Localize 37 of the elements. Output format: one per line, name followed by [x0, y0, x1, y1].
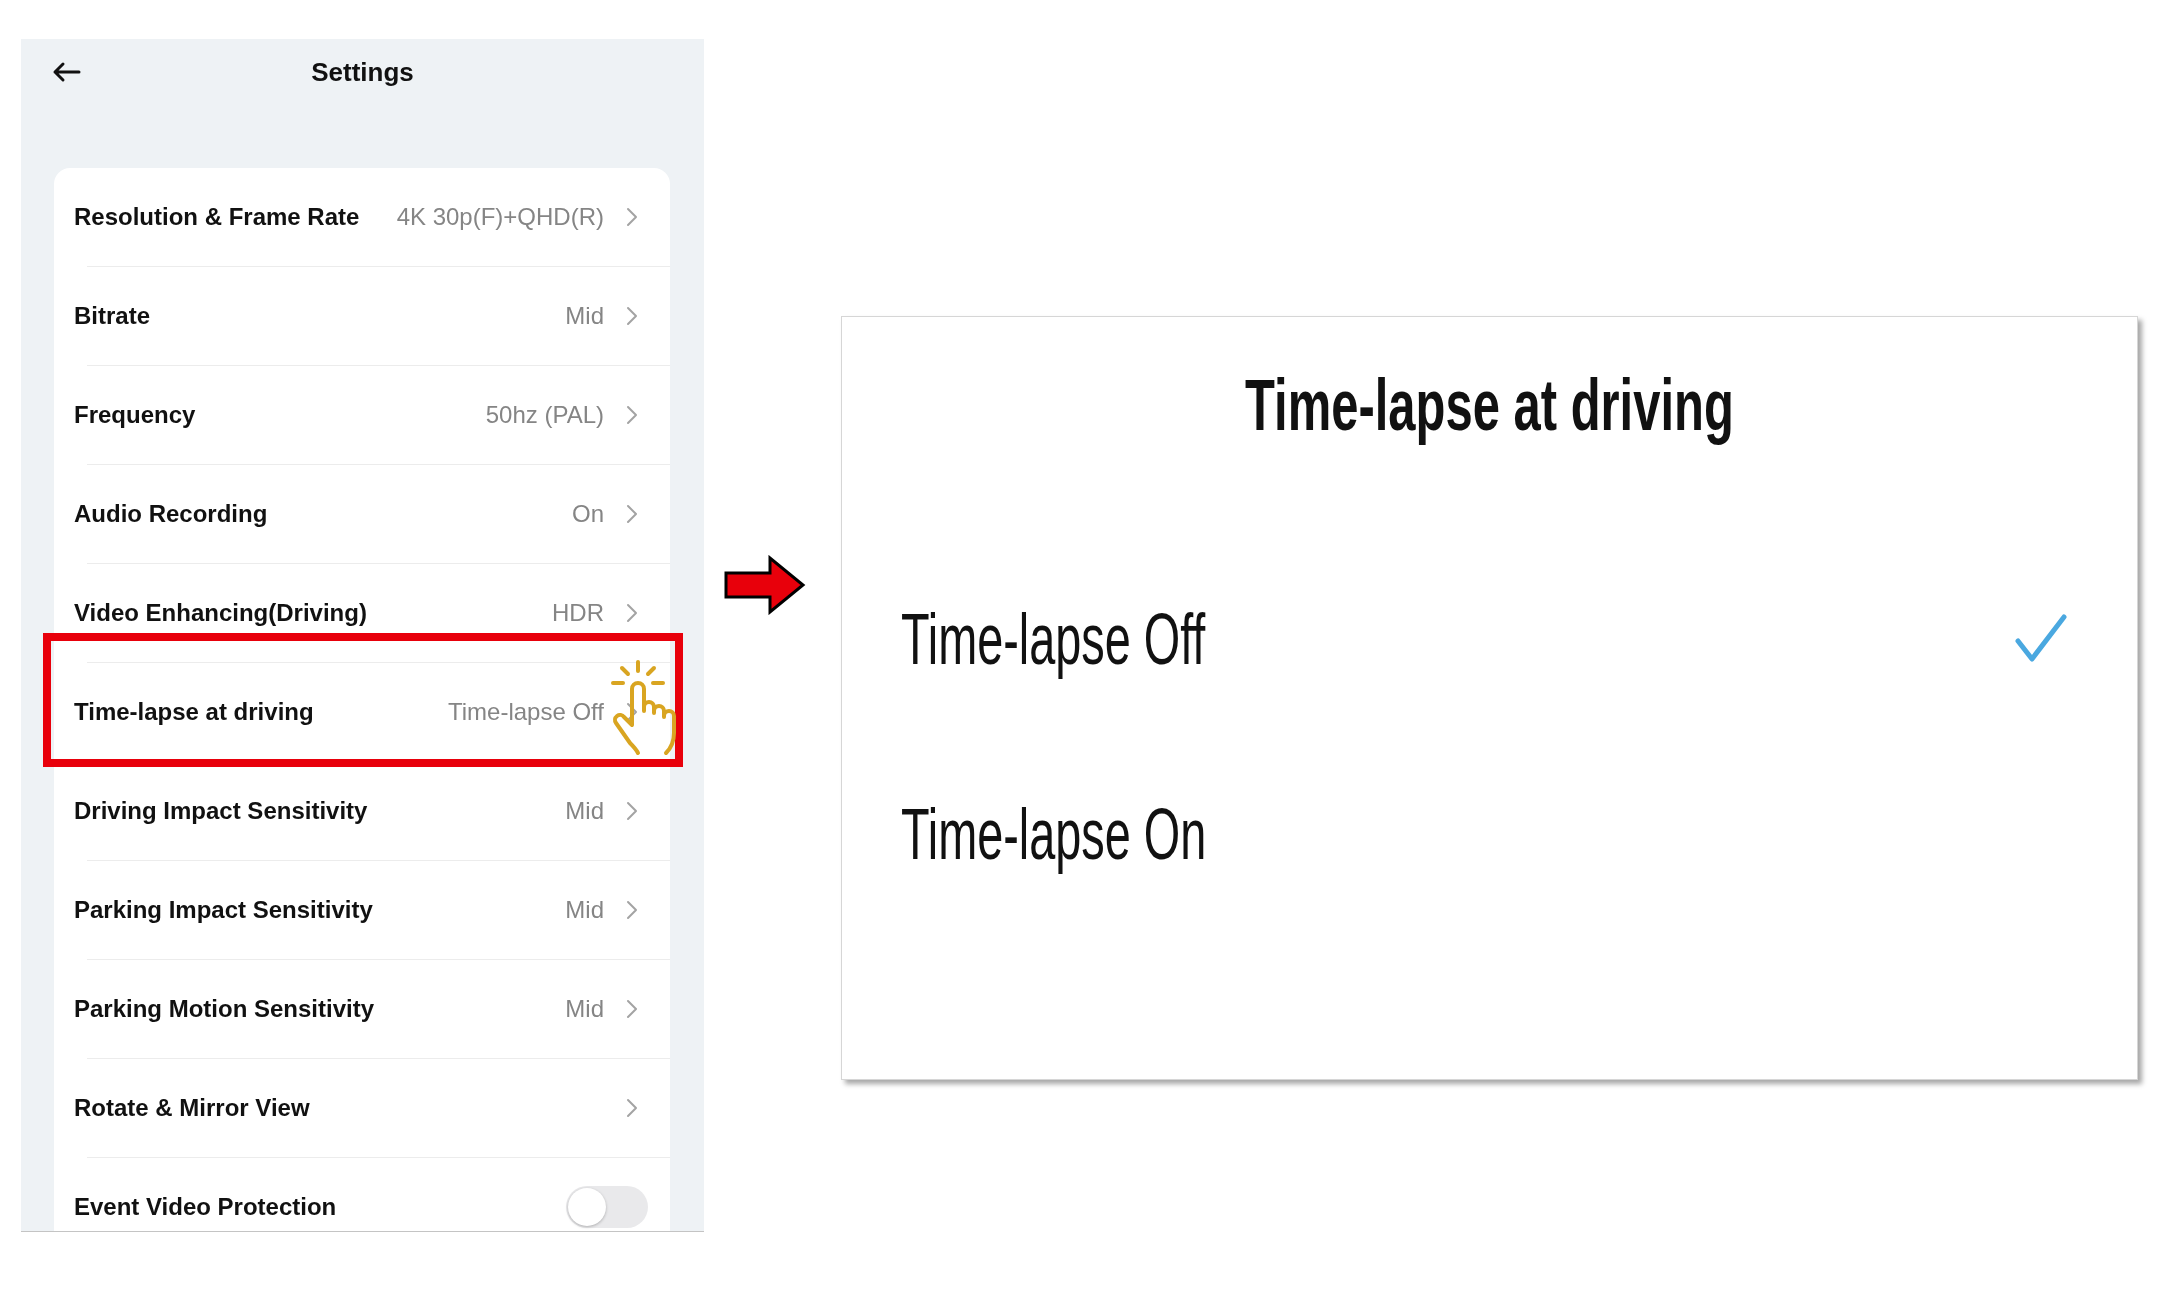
- chevron-icon[interactable]: [626, 603, 638, 623]
- chevron-icon[interactable]: [626, 306, 638, 326]
- option-row[interactable]: Time-lapse Off: [842, 541, 2137, 736]
- chevron-icon[interactable]: [626, 900, 638, 920]
- chevron-icon[interactable]: [626, 405, 638, 425]
- chevron-icon[interactable]: [626, 702, 638, 722]
- setting-value: Mid: [565, 796, 604, 826]
- setting-label: Rotate & Mirror View: [74, 1093, 311, 1123]
- setting-label: Frequency: [74, 400, 197, 430]
- chevron-icon[interactable]: [626, 207, 638, 227]
- setting-label: Resolution & Frame Rate: [74, 202, 361, 232]
- setting-value: Mid: [565, 895, 604, 925]
- setting-label: Video Enhancing(Driving): [74, 598, 368, 628]
- setting-value: Mid: [565, 994, 604, 1024]
- setting-label: Time-lapse at driving: [74, 697, 315, 727]
- chevron-icon[interactable]: [626, 801, 638, 821]
- setting-value: Mid: [565, 301, 604, 331]
- setting-value: On: [572, 499, 604, 529]
- setting-label: Audio Recording: [74, 499, 269, 529]
- setting-label: Parking Impact Sensitivity: [74, 895, 374, 925]
- dialog-title: Time-lapse at driving: [1245, 367, 1734, 443]
- setting-value: 50hz (PAL): [485, 400, 604, 430]
- back-icon[interactable]: [51, 61, 81, 83]
- setting-value: Time-lapse Off: [447, 697, 604, 727]
- right-arrow-icon: [724, 555, 806, 615]
- option-row[interactable]: Time-lapse On: [842, 736, 2137, 931]
- setting-label: Driving Impact Sensitivity: [74, 796, 369, 826]
- setting-label: Bitrate: [74, 301, 152, 331]
- chevron-icon[interactable]: [626, 504, 638, 524]
- setting-label: Event Video Protection: [74, 1192, 338, 1222]
- setting-label: Parking Motion Sensitivity: [74, 994, 376, 1024]
- setting-value: 4K 30p(F)+QHD(R): [396, 202, 604, 232]
- toggle-switch[interactable]: [566, 1186, 648, 1228]
- chevron-icon[interactable]: [626, 999, 638, 1019]
- setting-value: HDR: [552, 598, 604, 628]
- chevron-icon[interactable]: [626, 1098, 638, 1118]
- screen-title: Settings: [311, 56, 414, 88]
